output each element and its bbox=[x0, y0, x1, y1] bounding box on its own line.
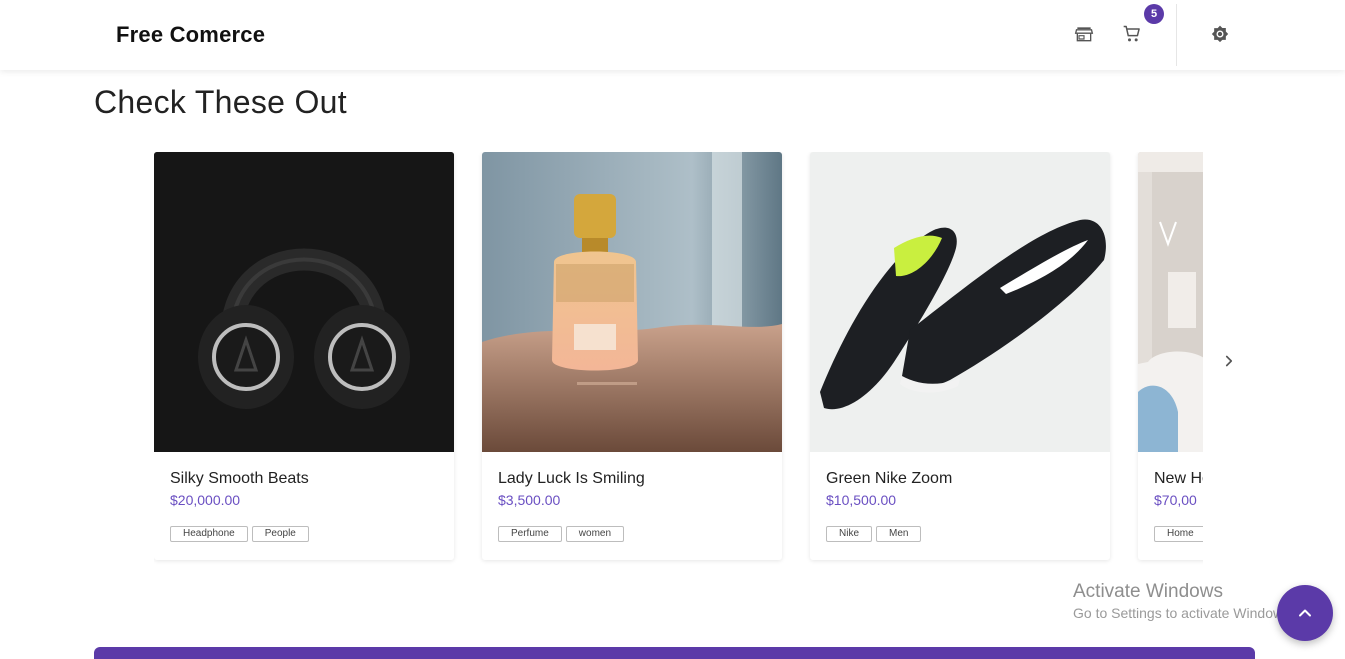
brightness-icon[interactable] bbox=[1210, 24, 1230, 44]
product-title[interactable]: New Ho bbox=[1154, 470, 1203, 488]
tag-chip[interactable]: Perfume bbox=[498, 526, 562, 542]
section-title: Check These Out bbox=[94, 84, 347, 120]
product-tags: Nike Men bbox=[826, 526, 922, 542]
tag-chip[interactable]: Men bbox=[876, 526, 922, 542]
product-tags: Headphone People bbox=[170, 526, 309, 542]
header-divider bbox=[1176, 4, 1177, 66]
product-card[interactable]: New Ho $70,00 Home bbox=[1138, 152, 1203, 560]
product-price: $70,00 bbox=[1154, 492, 1197, 508]
product-card[interactable]: Lady Luck Is Smiling $3,500.00 Perfume w… bbox=[482, 152, 782, 560]
product-image-home[interactable] bbox=[1138, 152, 1203, 452]
product-image-perfume[interactable] bbox=[482, 152, 782, 452]
windows-activation-subtitle: Go to Settings to activate Windows. bbox=[1073, 605, 1294, 621]
product-tags: Home bbox=[1154, 526, 1203, 542]
brand-logo[interactable]: Free Comerce bbox=[116, 22, 265, 48]
product-card[interactable]: Green Nike Zoom $10,500.00 Nike Men bbox=[810, 152, 1110, 560]
product-title[interactable]: Green Nike Zoom bbox=[826, 470, 952, 488]
tag-chip[interactable]: Headphone bbox=[170, 526, 248, 542]
cart-icon[interactable] bbox=[1122, 24, 1142, 44]
chevron-up-icon bbox=[1299, 609, 1311, 617]
product-price: $3,500.00 bbox=[498, 492, 561, 508]
product-image-shoes[interactable] bbox=[810, 152, 1110, 452]
product-price: $20,000.00 bbox=[170, 492, 241, 508]
windows-activation-title: Activate Windows bbox=[1073, 581, 1223, 602]
scroll-to-top-button[interactable] bbox=[1277, 585, 1333, 641]
product-card[interactable]: Silky Smooth Beats $20,000.00 Headphone … bbox=[154, 152, 454, 560]
tag-chip[interactable]: women bbox=[565, 526, 625, 542]
cart-button[interactable]: 5 bbox=[1122, 4, 1164, 44]
product-image-headphones[interactable] bbox=[154, 152, 454, 452]
cart-count-badge: 5 bbox=[1144, 4, 1164, 24]
product-title[interactable]: Lady Luck Is Smiling bbox=[498, 470, 645, 488]
product-title[interactable]: Silky Smooth Beats bbox=[170, 470, 309, 488]
store-icon[interactable] bbox=[1074, 24, 1094, 44]
tag-chip[interactable]: Home bbox=[1154, 526, 1203, 542]
footer-band bbox=[94, 647, 1255, 659]
tag-chip[interactable]: People bbox=[251, 526, 309, 542]
product-carousel: Silky Smooth Beats $20,000.00 Headphone … bbox=[154, 152, 1203, 572]
product-price: $10,500.00 bbox=[826, 492, 897, 508]
product-tags: Perfume women bbox=[498, 526, 625, 542]
chevron-right-icon[interactable] bbox=[1220, 352, 1238, 370]
top-navbar: Free Comerce 5 bbox=[0, 0, 1345, 70]
tag-chip[interactable]: Nike bbox=[826, 526, 873, 542]
